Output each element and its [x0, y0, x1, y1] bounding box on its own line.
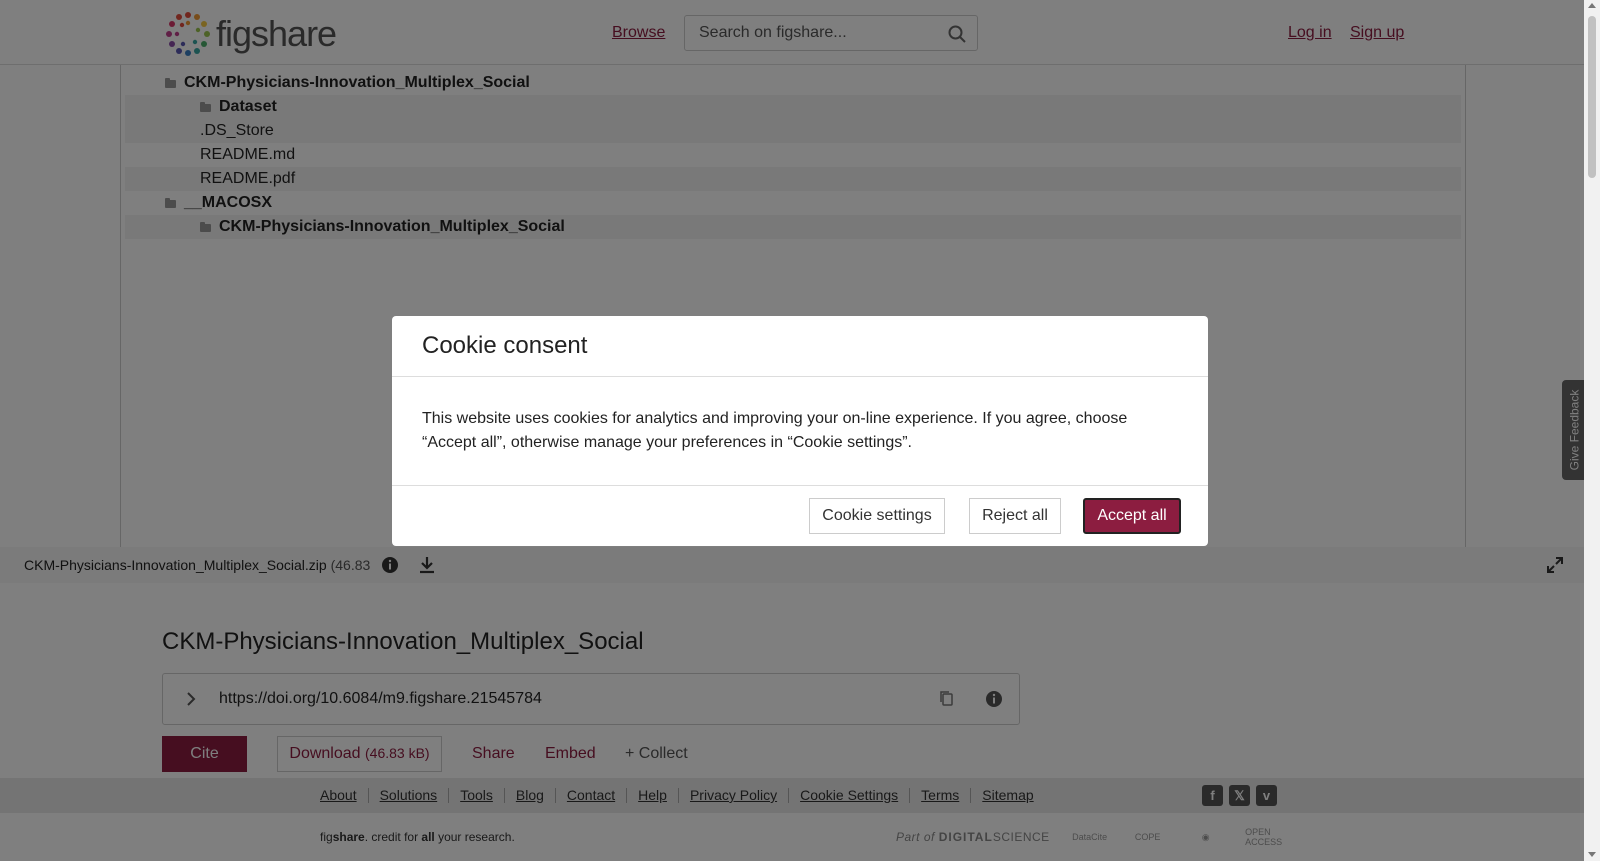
cookie-settings-button[interactable]: Cookie settings: [809, 498, 945, 534]
modal-body: This website uses cookies for analytics …: [392, 377, 1208, 486]
modal-header: Cookie consent: [392, 316, 1208, 377]
cookie-consent-modal: Cookie consent This website uses cookies…: [392, 316, 1208, 546]
reject-all-button[interactable]: Reject all: [969, 498, 1061, 534]
scroll-up-arrow-icon[interactable]: [1588, 3, 1596, 8]
page-scrollbar[interactable]: [1584, 0, 1600, 861]
scroll-down-arrow-icon[interactable]: [1588, 852, 1596, 857]
accept-all-button[interactable]: Accept all: [1083, 498, 1181, 534]
modal-title: Cookie consent: [422, 332, 588, 359]
modal-footer: Cookie settings Reject all Accept all: [392, 486, 1208, 546]
scroll-thumb[interactable]: [1588, 16, 1596, 178]
